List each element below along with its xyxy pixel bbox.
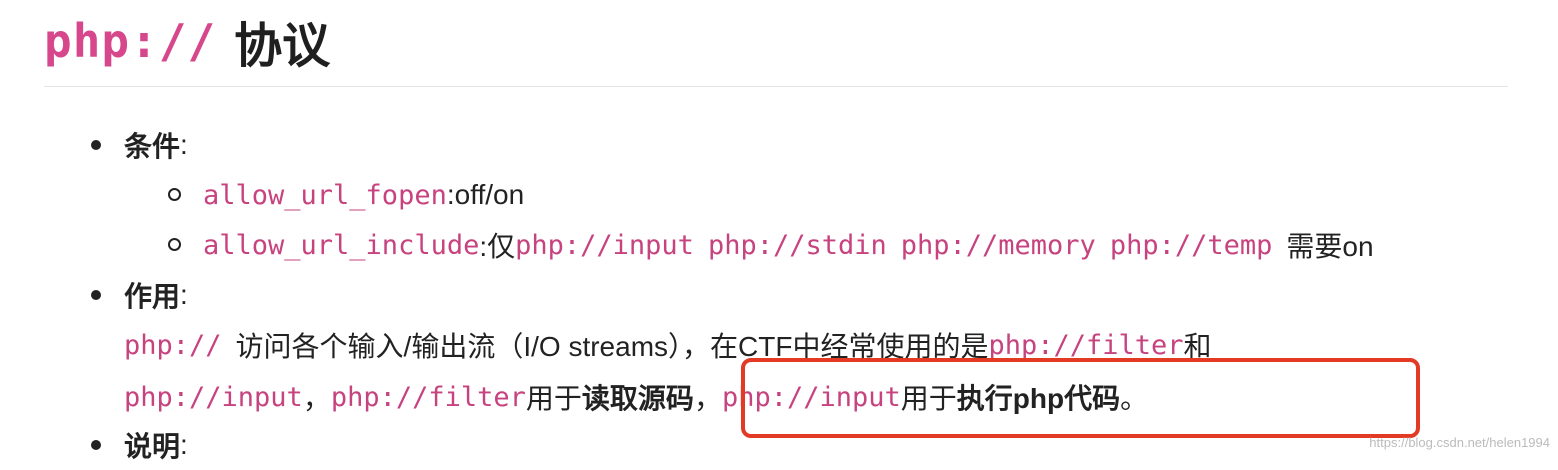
list-item-usage: 作用 : [124, 270, 188, 320]
usage-comma-2: ， [693, 383, 722, 414]
usage-colon: : [180, 279, 188, 310]
usage-text-for-1: 用于 [525, 383, 582, 414]
heading-code: php:// [44, 14, 217, 68]
list-item-notes: 说明 : [124, 420, 188, 470]
usage-code-input-1: php://input [124, 381, 303, 413]
include-stream-memory: php://memory [900, 229, 1096, 261]
usage-label: 作用 [124, 281, 181, 312]
list-item-conditions: 条件 : [124, 120, 188, 170]
include-code: allow_url_include [203, 229, 480, 261]
sub-bullet-include [168, 238, 181, 251]
include-stream-temp: php://temp [1109, 229, 1273, 261]
conditions-label: 条件 [124, 131, 181, 162]
usage-code-filter: php://filter [988, 329, 1184, 361]
include-text2: 需要on [1286, 231, 1374, 262]
heading-text: 协议 [234, 20, 331, 73]
notes-colon: : [180, 429, 188, 460]
bullet-notes [91, 440, 101, 450]
usage-bold-read-source: 读取源码 [581, 383, 694, 414]
fopen-code: allow_url_fopen [203, 179, 447, 211]
bullet-usage [91, 290, 101, 300]
notes-label: 说明 [124, 431, 181, 462]
sub-bullet-fopen [168, 188, 181, 201]
highlight-box [741, 358, 1420, 438]
include-stream-input: php://input [515, 229, 694, 261]
heading-divider [44, 86, 1508, 87]
include-text1: :仅 [479, 231, 516, 262]
watermark: https://blog.csdn.net/helen1994 [1369, 435, 1550, 450]
page-heading: php:// 协议 [44, 6, 330, 76]
usage-comma-1: ， [302, 383, 331, 414]
usage-code-filter-2: php://filter [330, 381, 526, 413]
fopen-text: :off/on [446, 179, 525, 210]
include-stream-stdin: php://stdin [707, 229, 887, 261]
sub-item-fopen: allow_url_fopen :off/on [203, 170, 524, 220]
sub-item-include: allow_url_include :仅 php://input php://s… [203, 220, 1374, 270]
usage-code-php: php:// [124, 329, 222, 361]
bullet-conditions [91, 140, 101, 150]
conditions-colon: : [180, 129, 188, 160]
